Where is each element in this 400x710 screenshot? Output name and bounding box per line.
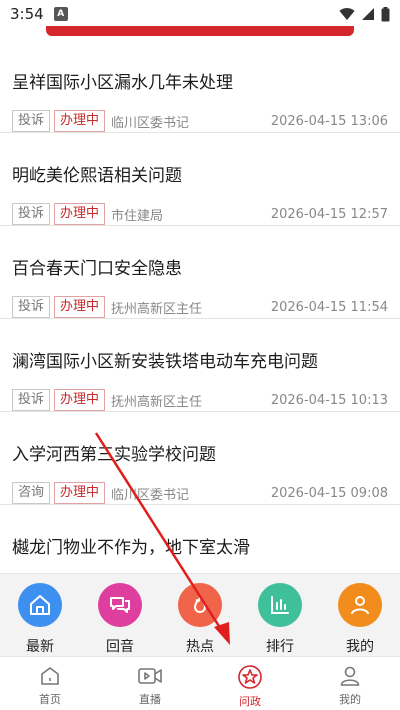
department: 抚州高新区主任	[111, 394, 203, 410]
battery-icon	[381, 6, 390, 21]
item-title: 樾龙门物业不作为，地下室太滑	[12, 538, 250, 558]
type-tag: 咨询	[12, 482, 51, 504]
bottom-tab-bar: 首页 直播 问政 我的	[0, 656, 400, 710]
department: 临川区委书记	[111, 115, 190, 131]
timestamp: 2026-04-15 13:06	[270, 113, 388, 129]
item-title: 呈祥国际小区漏水几年未处理	[12, 73, 233, 93]
timestamp: 2026-04-15 12:57	[270, 206, 388, 222]
quick-label: 我的	[346, 639, 374, 655]
item-title: 澜湾国际小区新安装铁塔电动车充电问题	[12, 352, 318, 372]
status-badge: 办理中	[54, 296, 106, 318]
item-meta: 投诉 办理中 抚州高新区主任 2026-04-15 10:13	[12, 389, 388, 411]
signal-icon	[362, 8, 374, 20]
status-indicators	[339, 6, 390, 22]
tab-label: 直播	[139, 693, 161, 706]
list-item[interactable]: 明屹美伦熙语相关问题 投诉 办理中 市住建局 2026-04-15 12:57	[0, 133, 400, 226]
wifi-icon	[339, 8, 355, 20]
quick-action-bar: 最新 回音 热点 排行 我的	[0, 573, 400, 656]
flame-icon	[178, 583, 222, 627]
list-item[interactable]: 呈祥国际小区漏水几年未处理 投诉 办理中 临川区委书记 2026-04-15 1…	[0, 40, 400, 133]
status-badge: 办理中	[54, 482, 106, 504]
quick-label: 回音	[106, 639, 134, 655]
quick-latest-button[interactable]: 最新	[5, 583, 75, 656]
tab-label: 我的	[339, 693, 361, 706]
user-icon	[338, 583, 382, 627]
tab-home[interactable]: 首页	[10, 657, 90, 710]
video-icon	[138, 668, 162, 684]
status-badge: 办理中	[54, 389, 106, 411]
status-badge: 办理中	[54, 203, 106, 225]
list-item[interactable]: 入学河西第三实验学校问题 咨询 办理中 临川区委书记 2026-04-15 09…	[0, 412, 400, 505]
quick-label: 热点	[186, 639, 214, 655]
quick-reply-button[interactable]: 回音	[85, 583, 155, 656]
tab-inquiry[interactable]: 问政	[210, 657, 290, 710]
item-title: 百合春天门口安全隐患	[12, 259, 182, 279]
notification-app-icon: A	[53, 7, 68, 21]
chat-icon	[98, 583, 142, 627]
type-tag: 投诉	[12, 110, 51, 132]
item-meta: 投诉 办理中 抚州高新区主任 2026-04-15 11:54	[12, 296, 388, 318]
timestamp: 2026-04-15 10:13	[270, 392, 388, 408]
quick-hot-button[interactable]: 热点	[165, 583, 235, 656]
tab-label: 首页	[39, 693, 61, 706]
type-tag: 投诉	[12, 203, 51, 225]
chart-icon	[258, 583, 302, 627]
tab-live[interactable]: 直播	[110, 657, 190, 710]
star-badge-icon	[238, 665, 262, 689]
tab-label: 问政	[239, 695, 261, 708]
home-outline-icon	[41, 667, 59, 685]
quick-mine-button[interactable]: 我的	[325, 583, 395, 656]
list-item[interactable]: 澜湾国际小区新安装铁塔电动车充电问题 投诉 办理中 抚州高新区主任 2026-0…	[0, 319, 400, 412]
department: 市住建局	[111, 208, 164, 224]
status-time: 3:54	[10, 5, 44, 23]
type-tag: 投诉	[12, 296, 51, 318]
person-outline-icon	[340, 666, 360, 686]
department: 抚州高新区主任	[111, 301, 203, 317]
item-meta: 投诉 办理中 市住建局 2026-04-15 12:57	[12, 203, 388, 225]
home-icon	[18, 583, 62, 627]
quick-label: 最新	[26, 639, 54, 655]
list-item[interactable]: 樾龙门物业不作为，地下室太滑	[0, 505, 400, 565]
item-meta: 投诉 办理中 临川区委书记 2026-04-15 13:06	[12, 110, 388, 132]
item-meta: 咨询 办理中 临川区委书记 2026-04-15 09:08	[12, 482, 388, 504]
status-bar: 3:54 A	[0, 0, 400, 28]
item-title: 明屹美伦熙语相关问题	[12, 166, 182, 186]
tab-mine[interactable]: 我的	[310, 657, 390, 710]
timestamp: 2026-04-15 09:08	[270, 485, 388, 501]
timestamp: 2026-04-15 11:54	[270, 299, 388, 315]
header-banner	[46, 26, 354, 36]
issue-list: 呈祥国际小区漏水几年未处理 投诉 办理中 临川区委书记 2026-04-15 1…	[0, 40, 400, 565]
status-badge: 办理中	[54, 110, 106, 132]
list-item[interactable]: 百合春天门口安全隐患 投诉 办理中 抚州高新区主任 2026-04-15 11:…	[0, 226, 400, 319]
item-title: 入学河西第三实验学校问题	[12, 445, 216, 465]
quick-ranking-button[interactable]: 排行	[245, 583, 315, 656]
department: 临川区委书记	[111, 487, 190, 503]
type-tag: 投诉	[12, 389, 51, 411]
quick-label: 排行	[266, 639, 294, 655]
